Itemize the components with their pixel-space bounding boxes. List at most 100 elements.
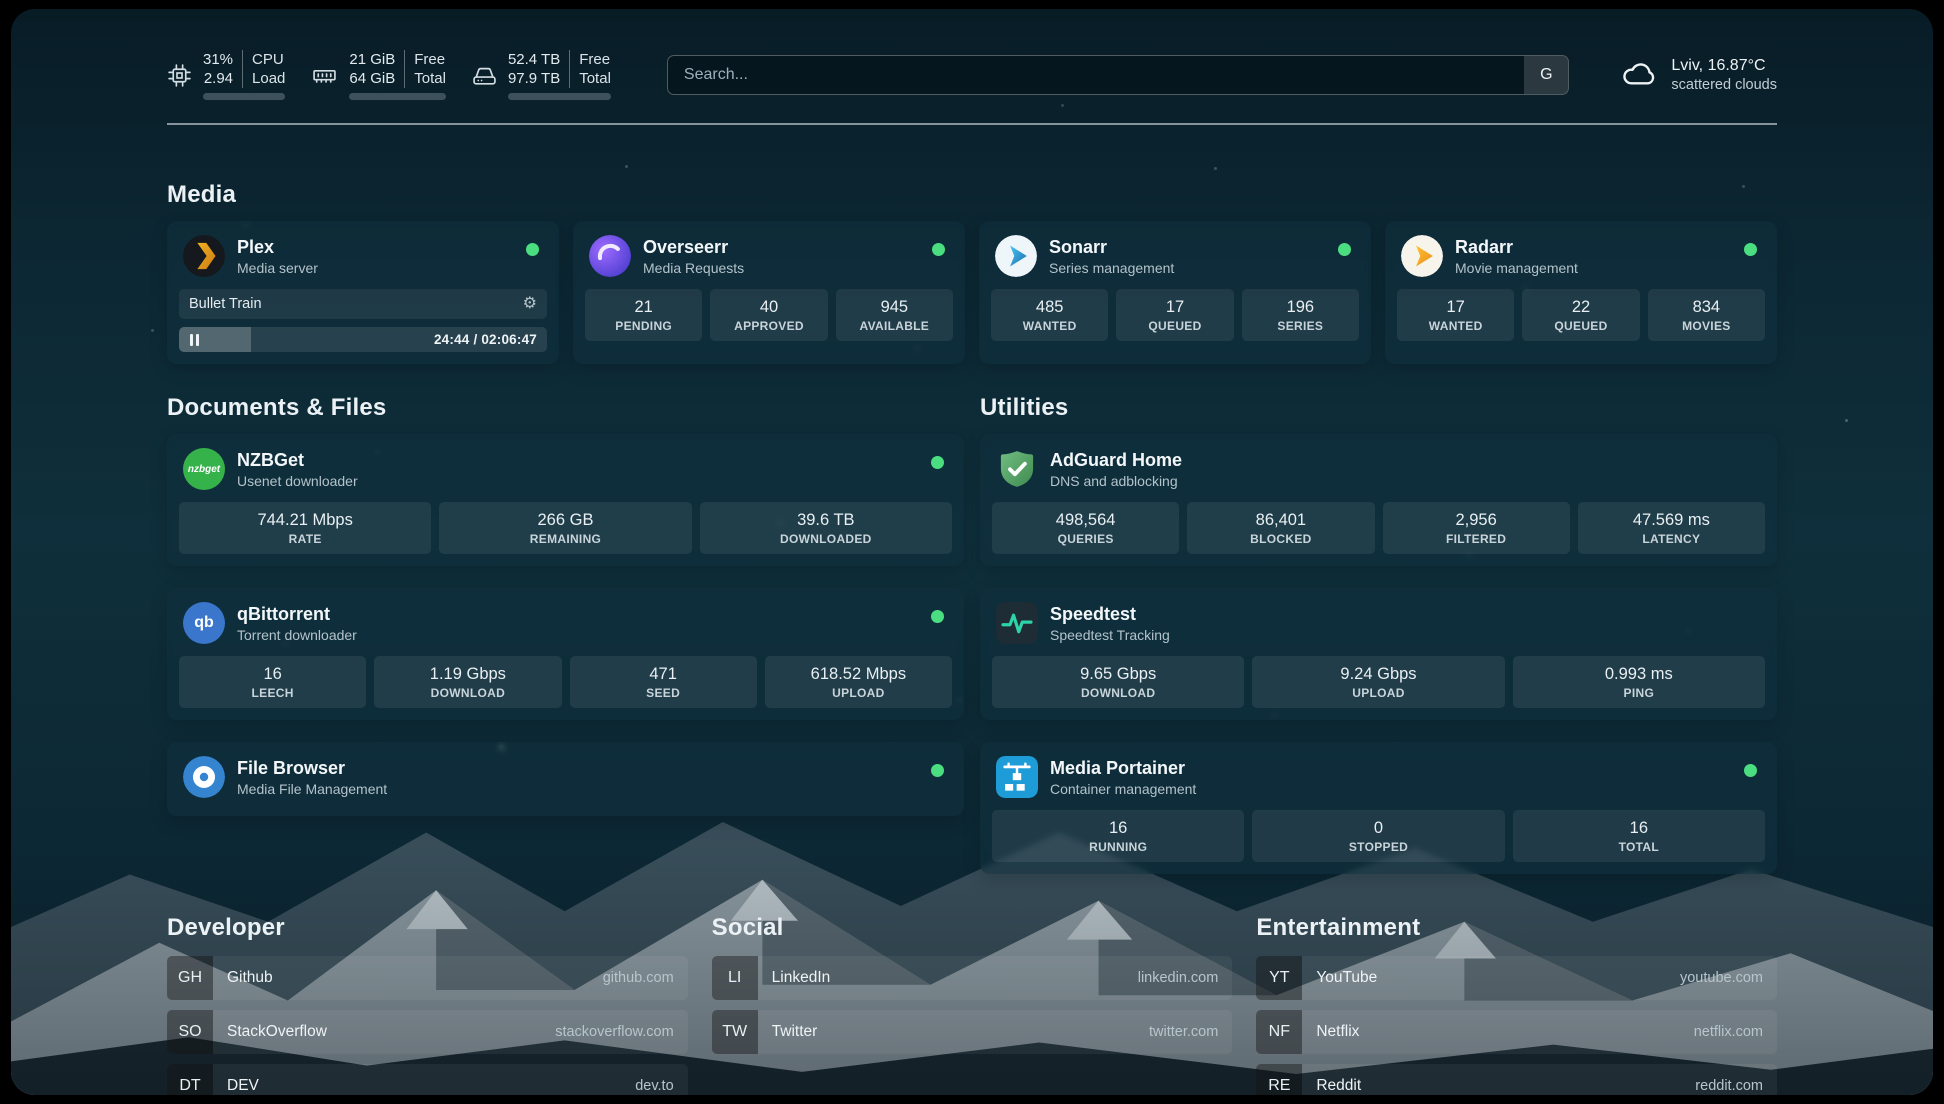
stat-movies: 834 MOVIES [1648,289,1765,341]
service-card-plex: Plex Media server Bullet Train ⚙ 24:44 /… [167,221,559,364]
stat-value: 1.19 Gbps [378,664,557,685]
memory-free-value: 21 GiB [349,50,404,69]
bookmark-group-entertainment: Entertainment YT YouTube youtube.com NF … [1256,914,1777,1095]
service-link-sonarr[interactable]: Sonarr Series management [991,233,1359,289]
service-meta: NZBGet Usenet downloader [237,449,358,490]
stat-label: UPLOAD [1256,686,1500,701]
service-card-speedtest: Speedtest Speedtest Tracking 9.65 Gbps D… [980,588,1777,720]
stat-label: LEECH [183,686,362,701]
bookmark-domain: github.com [603,970,674,986]
top-bar: 31% CPU 2.94 Load 21 [167,45,1777,105]
service-meta: Radarr Movie management [1455,236,1578,277]
disk-free-value: 52.4 TB [508,50,569,69]
search-input[interactable] [668,56,1525,94]
disk-total-label: Total [569,69,611,88]
status-dot-online [1744,243,1757,256]
search-bar: G [667,55,1570,95]
stat-value: 0 [1256,818,1500,839]
bookmark-abbr: TW [712,1010,758,1054]
service-link-portainer[interactable]: Media Portainer Container management [992,754,1765,810]
bookmark-dev[interactable]: DT DEV dev.to [167,1064,688,1095]
cpu-chip-icon [167,63,192,88]
stat-label: LATENCY [1582,532,1761,547]
disk-widget: 52.4 TB Free 97.9 TB Total [472,50,611,100]
stat-approved: 40 APPROVED [710,289,827,341]
weather-text: Lviv, 16.87°C scattered clouds [1671,56,1777,94]
service-link-nzbget[interactable]: nzbget NZBGet Usenet downloader [179,446,952,502]
group-title-social: Social [712,914,1233,942]
pause-button[interactable] [187,331,202,349]
bookmark-domain: twitter.com [1149,1024,1218,1040]
service-stats: 16 RUNNING 0 STOPPED 16 TOTAL [992,810,1765,862]
status-dot-online [526,243,539,256]
service-link-radarr[interactable]: Radarr Movie management [1397,233,1765,289]
service-desc: Speedtest Tracking [1050,626,1170,644]
bookmark-domain: stackoverflow.com [555,1024,673,1040]
stat-ping: 0.993 ms PING [1513,656,1765,708]
bookmark-group-developer: Developer GH Github github.com SO StackO… [167,914,688,1095]
group-title-developer: Developer [167,914,688,942]
service-link-filebrowser[interactable]: File Browser Media File Management [179,754,952,800]
qbittorrent-icon: qb [183,602,225,644]
bookmark-linkedin[interactable]: LI LinkedIn linkedin.com [712,956,1233,1000]
stat-label: REMAINING [443,532,687,547]
service-desc: Media File Management [237,780,387,798]
bookmark-github[interactable]: GH Github github.com [167,956,688,1000]
gear-icon[interactable]: ⚙ [523,296,537,312]
nzbget-icon: nzbget [183,448,225,490]
status-dot-online [1338,243,1351,256]
stat-queued: 17 QUEUED [1116,289,1233,341]
cloud-icon [1621,58,1659,93]
service-stats: 21 PENDING 40 APPROVED 945 AVAILABLE [585,289,953,341]
plex-now-playing-title: Bullet Train [189,296,262,312]
bookmark-stackoverflow[interactable]: SO StackOverflow stackoverflow.com [167,1010,688,1054]
bookmark-netflix[interactable]: NF Netflix netflix.com [1256,1010,1777,1054]
status-dot-online [932,243,945,256]
stat-queued: 22 QUEUED [1522,289,1639,341]
memory-total-value: 64 GiB [349,69,404,88]
lower-groups: Documents & Files nzbget NZBGet Usenet d… [167,394,1777,874]
stat-value: 945 [840,297,949,318]
stat-label: APPROVED [714,319,823,334]
service-link-plex[interactable]: Plex Media server [179,233,547,289]
stat-label: DOWNLOADED [704,532,948,547]
bookmark-domain: youtube.com [1680,970,1763,986]
bookmark-twitter[interactable]: TW Twitter twitter.com [712,1010,1233,1054]
service-meta: Speedtest Speedtest Tracking [1050,603,1170,644]
service-card-nzbget: nzbget NZBGet Usenet downloader 744.21 M… [167,434,964,566]
weather-location: Lviv, 16.87°C [1671,56,1777,76]
disk-readout: 52.4 TB Free 97.9 TB Total [508,50,611,100]
bookmark-reddit[interactable]: RE Reddit reddit.com [1256,1064,1777,1095]
stat-label: SERIES [1246,319,1355,334]
service-link-speedtest[interactable]: Speedtest Speedtest Tracking [992,600,1765,656]
stat-label: RUNNING [996,840,1240,855]
bookmark-name: Twitter [772,1023,818,1041]
service-link-overseerr[interactable]: Overseerr Media Requests [585,233,953,289]
service-stats: 17 WANTED 22 QUEUED 834 MOVIES [1397,289,1765,341]
service-desc: Torrent downloader [237,626,357,644]
search-provider-button[interactable]: G [1524,56,1568,94]
disk-icon [472,63,497,88]
plex-progress-bar[interactable]: 24:44 / 02:06:47 [179,327,547,352]
service-link-adguard[interactable]: AdGuard Home DNS and adblocking [992,446,1765,502]
bookmark-domain: dev.to [635,1078,673,1094]
bookmark-domain: netflix.com [1694,1024,1763,1040]
service-card-portainer: Media Portainer Container management 16 … [980,742,1777,874]
stat-value: 17 [1401,297,1510,318]
stat-leech: 16 LEECH [179,656,366,708]
stat-remaining: 266 GB REMAINING [439,502,691,554]
stat-stopped: 0 STOPPED [1252,810,1504,862]
service-link-qbittorrent[interactable]: qb qBittorrent Torrent downloader [179,600,952,656]
service-stats: 16 LEECH 1.19 Gbps DOWNLOAD 471 SEED 6 [179,656,952,708]
stat-latency: 47.569 ms LATENCY [1578,502,1765,554]
bookmark-abbr: LI [712,956,758,1000]
service-stats: 485 WANTED 17 QUEUED 196 SERIES [991,289,1359,341]
service-desc: Series management [1049,259,1174,277]
service-card-filebrowser: File Browser Media File Management [167,742,964,816]
bookmark-abbr: DT [167,1064,213,1095]
memory-icon [311,63,338,88]
plex-playback-time: 24:44 / 02:06:47 [434,332,537,347]
memory-readout: 21 GiB Free 64 GiB Total [349,50,446,100]
service-meta: File Browser Media File Management [237,757,387,798]
bookmark-youtube[interactable]: YT YouTube youtube.com [1256,956,1777,1000]
